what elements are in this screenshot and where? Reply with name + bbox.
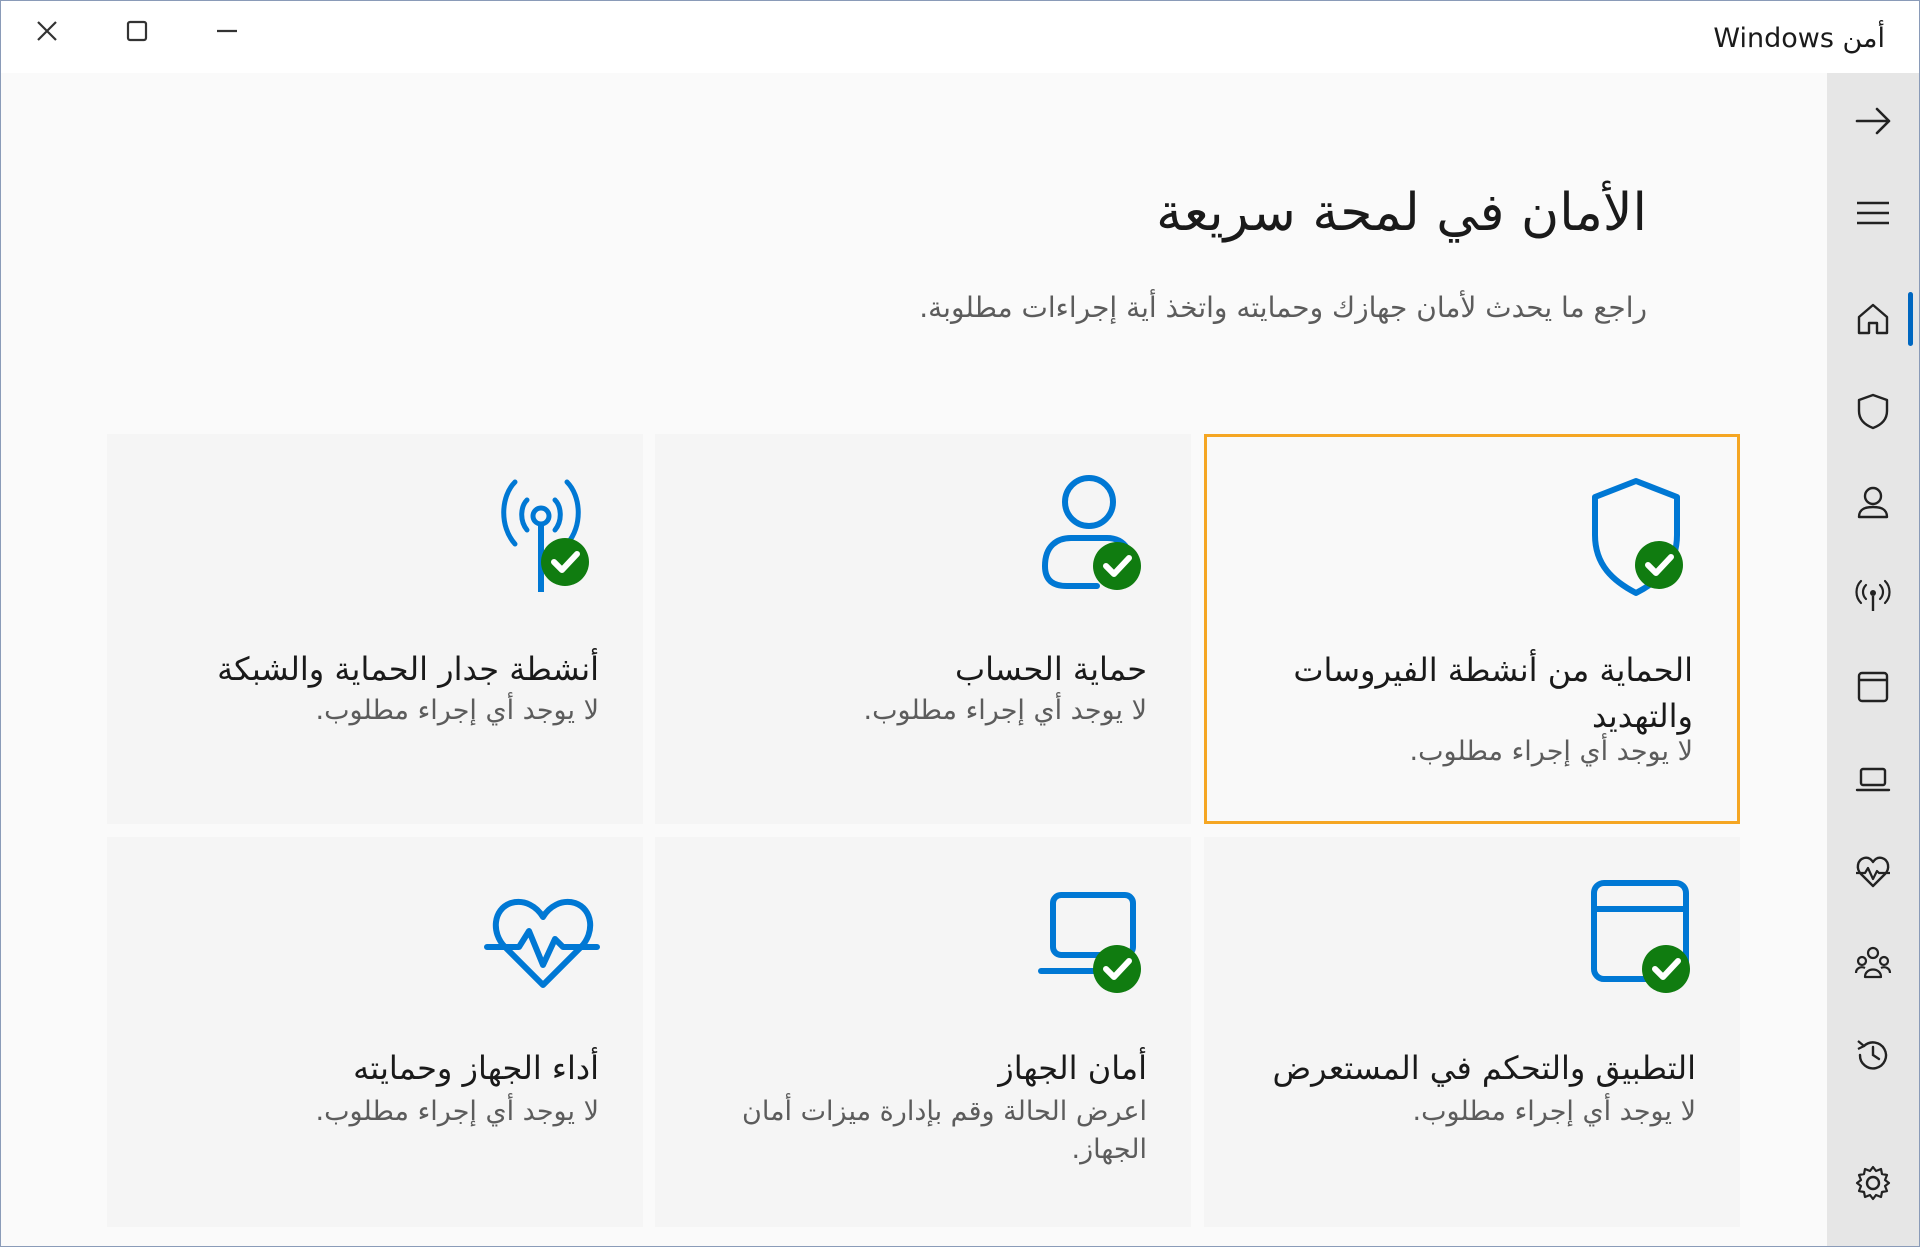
account-check-icon — [1042, 475, 1141, 590]
tile-account-protection[interactable]: حماية الحساب لا يوجد أي إجراء مطلوب. — [655, 434, 1191, 824]
shield-icon — [1857, 393, 1889, 430]
back-arrow-icon — [1855, 107, 1891, 135]
nav-rail — [1827, 73, 1919, 1246]
hamburger-menu-icon — [1857, 201, 1889, 225]
nav-item-settings[interactable] — [1827, 1143, 1919, 1223]
nav-item-virus-protection[interactable] — [1827, 371, 1919, 451]
maximize-button[interactable] — [93, 1, 181, 61]
tile-app-browser-control[interactable]: التطبيق والتحكم في المستعرض لا يوجد أي إ… — [1204, 837, 1740, 1227]
browser-check-icon — [1591, 880, 1690, 993]
shield-check-icon — [1592, 478, 1683, 596]
minimize-icon — [217, 29, 237, 33]
wireless-antenna-icon — [1855, 579, 1891, 611]
person-icon — [1857, 486, 1889, 519]
close-button[interactable] — [3, 1, 91, 61]
maximize-icon — [126, 20, 148, 42]
tile-title: حماية الحساب — [955, 650, 1147, 688]
tile-status: اعرض الحالة وقم بإدارة ميزات أمان الجهاز… — [742, 1096, 1147, 1165]
tile-virus-threat-protection[interactable]: الحماية من أنشطة الفيروسات والتهديد لا ي… — [1204, 434, 1740, 824]
nav-item-firewall[interactable] — [1827, 555, 1919, 635]
nav-active-indicator — [1908, 292, 1913, 346]
heart-pulse-icon — [1856, 856, 1890, 888]
tile-status: لا يوجد أي إجراء مطلوب. — [315, 1096, 599, 1127]
title-bar: أمن Windows — [1, 1, 1919, 73]
minimize-button[interactable] — [183, 1, 271, 61]
heart-pulse-icon — [484, 899, 600, 988]
nav-item-app-browser[interactable] — [1827, 647, 1919, 727]
nav-item-device-security[interactable] — [1827, 739, 1919, 819]
page-title: الأمان في لمحة سريعة — [1156, 183, 1647, 243]
family-icon — [1854, 946, 1892, 979]
tile-title: أنشطة جدار الحماية والشبكة — [217, 650, 599, 688]
tile-status: لا يوجد أي إجراء مطلوب. — [1409, 736, 1693, 767]
window-title: أمن Windows — [1713, 23, 1885, 54]
close-icon — [37, 21, 57, 41]
history-icon — [1857, 1040, 1888, 1070]
app-window: أمن Windows الأمان في لمحة سريعة راجع ما… — [0, 0, 1920, 1247]
main-content: الأمان في لمحة سريعة راجع ما يحدث لأمان … — [1, 73, 1827, 1246]
tile-status: لا يوجد أي إجراء مطلوب. — [863, 695, 1147, 726]
settings-gear-icon — [1855, 1165, 1891, 1201]
app-browser-icon — [1857, 671, 1889, 703]
tile-title: أمان الجهاز — [998, 1049, 1147, 1087]
laptop-icon — [1855, 767, 1891, 792]
nav-item-account-protection[interactable] — [1827, 463, 1919, 543]
laptop-check-icon — [1038, 892, 1141, 993]
tile-status: لا يوجد أي إجراء مطلوب. — [1412, 1096, 1696, 1127]
tile-device-security[interactable]: أمان الجهاز اعرض الحالة وقم بإدارة ميزات… — [655, 837, 1191, 1227]
tile-device-performance-health[interactable]: أداء الجهاز وحمايته لا يوجد أي إجراء مطل… — [107, 837, 643, 1227]
antenna-check-icon — [501, 479, 589, 592]
nav-menu-button[interactable] — [1827, 173, 1919, 253]
page-subtitle: راجع ما يحدث لأمان جهازك وحمايته واتخذ أ… — [919, 291, 1647, 324]
tile-title: التطبيق والتحكم في المستعرض — [1272, 1049, 1696, 1087]
nav-item-home[interactable] — [1827, 279, 1919, 359]
home-icon — [1857, 303, 1889, 335]
nav-back-button[interactable] — [1827, 81, 1919, 161]
tile-status: لا يوجد أي إجراء مطلوب. — [315, 695, 599, 726]
tile-title: أداء الجهاز وحمايته — [353, 1049, 599, 1087]
nav-item-family-options[interactable] — [1827, 923, 1919, 1003]
tile-title: الحماية من أنشطة الفيروسات والتهديد — [1293, 651, 1693, 735]
tile-firewall-network[interactable]: أنشطة جدار الحماية والشبكة لا يوجد أي إج… — [107, 434, 643, 824]
nav-item-device-performance[interactable] — [1827, 831, 1919, 911]
nav-item-protection-history[interactable] — [1827, 1015, 1919, 1095]
